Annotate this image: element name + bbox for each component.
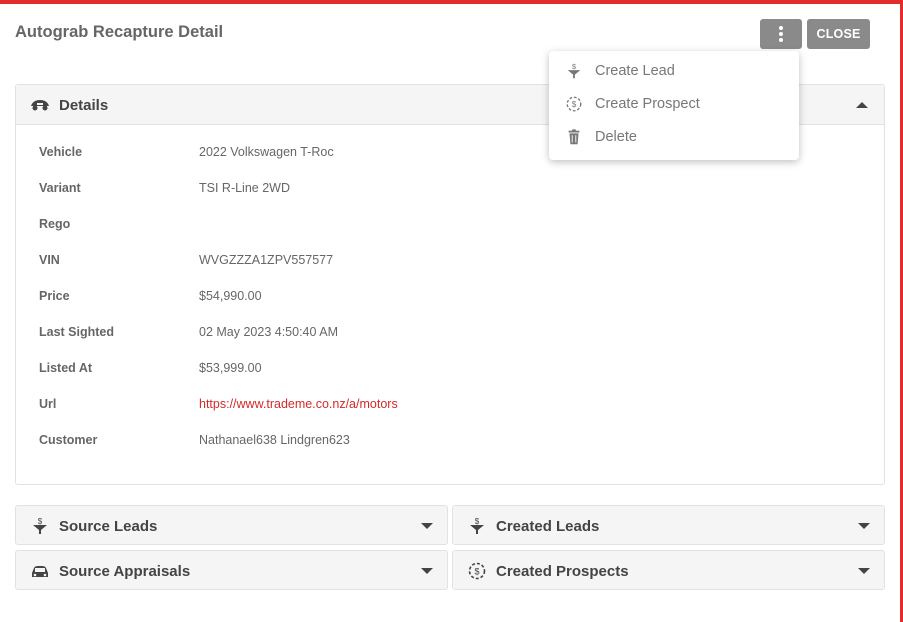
menu-item-label: Create Lead [595,63,675,79]
section-label: Created Prospects [496,563,629,580]
details-header-label: Details [59,97,109,114]
section-label: Source Leads [59,518,158,535]
detail-value: $54,990.00 [199,289,262,303]
kebab-icon [779,26,783,30]
expand-caret-icon [858,568,870,574]
more-options-menu: $ Create Lead $ Create Prospect Delete [549,51,799,160]
top-accent-bar [0,0,903,4]
funnel-dollar-icon: $ [470,517,484,534]
detail-label: Rego [39,217,71,231]
menu-item-label: Create Prospect [595,96,700,112]
section-label: Created Leads [496,518,600,535]
listing-url-link[interactable]: https://www.trademe.co.nz/a/motors [199,397,398,411]
detail-value: 2022 Volkswagen T-Roc [199,145,334,159]
car-eye-icon [31,100,49,111]
menu-item-label: Delete [595,129,637,145]
detail-value: $53,999.00 [199,361,262,375]
section-source-appraisals[interactable]: Source Appraisals [15,550,448,590]
expand-caret-icon [858,523,870,529]
detail-label: Listed At [39,361,93,375]
menu-item-delete[interactable]: Delete [549,121,799,154]
modal-title: Autograb Recapture Detail [15,23,224,41]
detail-label: Vehicle [39,145,83,159]
close-button[interactable]: CLOSE [807,19,870,49]
detail-label: VIN [39,253,60,267]
detail-value: 02 May 2023 4:50:40 AM [199,325,338,339]
svg-text:$: $ [572,62,576,71]
more-options-button[interactable] [760,19,802,49]
detail-value: WVGZZZA1ZPV557577 [199,253,334,267]
detail-label: Customer [39,433,98,447]
section-label: Source Appraisals [59,563,191,580]
dollar-target-icon: $ [566,96,582,112]
section-created-prospects[interactable]: $ Created Prospects [452,550,885,590]
dollar-target-icon: $ [468,562,486,580]
funnel-dollar-icon: $ [33,517,47,534]
detail-value: Nathanael638 Lindgren623 [199,433,350,447]
detail-label: Price [39,289,70,303]
menu-item-create-prospect[interactable]: $ Create Prospect [549,88,799,121]
detail-label: Variant [39,181,81,195]
menu-item-create-lead[interactable]: $ Create Lead [549,55,799,88]
section-source-leads[interactable]: $ Source Leads [15,505,448,545]
expand-caret-icon [421,523,433,529]
section-created-leads[interactable]: $ Created Leads [452,505,885,545]
detail-label: Url [39,397,57,411]
detail-value: TSI R-Line 2WD [199,181,290,195]
collapse-caret-icon[interactable] [856,102,868,108]
detail-label: Last Sighted [39,325,115,339]
car-dollar-icon [32,566,48,577]
svg-text:$: $ [475,517,480,526]
svg-text:$: $ [38,517,43,526]
expand-caret-icon [421,568,433,574]
svg-text:$: $ [474,567,479,577]
svg-text:$: $ [572,100,577,109]
trash-icon [568,129,580,145]
funnel-dollar-icon: $ [567,62,581,79]
